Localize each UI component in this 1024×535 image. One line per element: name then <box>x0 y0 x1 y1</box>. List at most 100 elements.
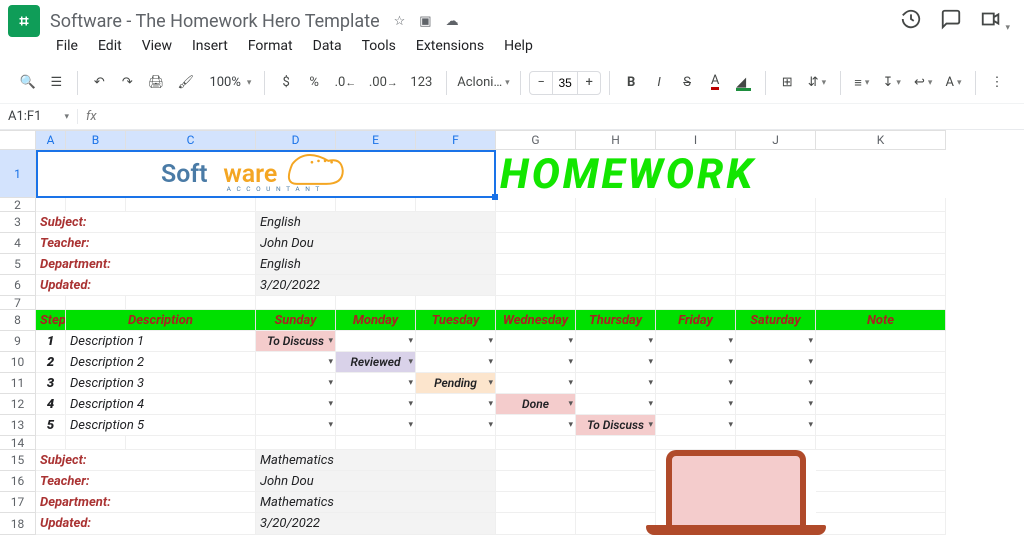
star-icon[interactable]: ☆ <box>394 14 406 29</box>
col-header-D[interactable]: D <box>256 130 336 150</box>
row-header-11[interactable]: 11 <box>0 373 36 394</box>
col-header-K[interactable]: K <box>816 130 946 150</box>
row-header-7[interactable]: 7 <box>0 296 36 310</box>
cell[interactable] <box>736 436 816 450</box>
menu-format[interactable]: Format <box>240 36 301 56</box>
dd-thu-4[interactable]: ▾ <box>576 394 656 415</box>
cell[interactable] <box>816 296 946 310</box>
step-4[interactable]: 4 <box>36 394 66 415</box>
dd-tue-1[interactable]: ▾ <box>416 331 496 352</box>
cell[interactable] <box>576 492 656 513</box>
desc-4[interactable]: Description 4 <box>66 394 256 415</box>
dd-wed-1[interactable]: ▾ <box>496 331 576 352</box>
step-2[interactable]: 2 <box>36 352 66 373</box>
redo-icon[interactable]: ↷ <box>114 69 140 97</box>
dd-wed-4[interactable]: Done▾ <box>496 394 576 415</box>
note-3[interactable] <box>816 373 946 394</box>
cell[interactable] <box>736 212 816 233</box>
cell[interactable] <box>256 296 336 310</box>
dd-sun-5[interactable]: ▾ <box>256 415 336 436</box>
dd-sun-3[interactable]: ▾ <box>256 373 336 394</box>
dd-sun-1[interactable]: To Discuss▾ <box>256 331 336 352</box>
cell[interactable] <box>496 471 576 492</box>
cell[interactable] <box>816 471 946 492</box>
cell[interactable] <box>496 450 576 471</box>
value-teacher_lbl[interactable]: John Dou <box>256 233 496 254</box>
font-size-stepper[interactable]: − + <box>529 71 601 95</box>
cell[interactable] <box>496 254 576 275</box>
label-dept_lbl[interactable]: Department: <box>36 254 256 275</box>
cell[interactable] <box>496 198 576 212</box>
dd-wed-5[interactable]: ▾ <box>496 415 576 436</box>
dd-tue-4[interactable]: ▾ <box>416 394 496 415</box>
strike-button[interactable]: S <box>674 69 700 97</box>
select-all-corner[interactable] <box>0 130 36 150</box>
label2-teacher_lbl[interactable]: Teacher: <box>36 471 256 492</box>
cell[interactable] <box>576 513 656 535</box>
menu-help[interactable]: Help <box>496 36 541 56</box>
cell[interactable] <box>336 296 416 310</box>
cell[interactable] <box>656 436 736 450</box>
dd-fri-4[interactable]: ▾ <box>656 394 736 415</box>
label2-updated_lbl[interactable]: Updated: <box>36 513 256 535</box>
value-dept_lbl[interactable]: English <box>256 254 496 275</box>
dd-thu-1[interactable]: ▾ <box>576 331 656 352</box>
cell[interactable] <box>576 436 656 450</box>
dd-thu-2[interactable]: ▾ <box>576 352 656 373</box>
cell[interactable] <box>576 296 656 310</box>
row-header-16[interactable]: 16 <box>0 471 36 492</box>
row-header-1[interactable]: 1 <box>0 150 36 198</box>
italic-button[interactable]: I <box>646 69 672 97</box>
col-header-I[interactable]: I <box>656 130 736 150</box>
cell[interactable] <box>36 296 66 310</box>
valign-button[interactable]: ↧▾ <box>877 69 906 97</box>
dd-tue-2[interactable]: ▾ <box>416 352 496 373</box>
cell[interactable] <box>496 436 576 450</box>
dd-mon-1[interactable]: ▾ <box>336 331 416 352</box>
meet-icon[interactable]: ▾ <box>980 8 1010 34</box>
dd-tue-5[interactable]: ▾ <box>416 415 496 436</box>
desc-5[interactable]: Description 5 <box>66 415 256 436</box>
dd-tue-3[interactable]: Pending▾ <box>416 373 496 394</box>
row-header-14[interactable]: 14 <box>0 436 36 450</box>
more-icon[interactable]: ⋮ <box>984 69 1010 97</box>
print-icon[interactable]: 🖨 <box>142 69 170 97</box>
dd-fri-3[interactable]: ▾ <box>656 373 736 394</box>
desc-1[interactable]: Description 1 <box>66 331 256 352</box>
cell[interactable] <box>336 436 416 450</box>
value2-subject_lbl[interactable]: Mathematics <box>256 450 496 471</box>
cell[interactable] <box>66 296 126 310</box>
note-2[interactable] <box>816 352 946 373</box>
menu-file[interactable]: File <box>48 36 86 56</box>
hdr-mon[interactable]: Monday <box>336 310 416 331</box>
paint-format-icon[interactable]: 🖌 <box>172 69 200 97</box>
cell[interactable] <box>656 275 736 296</box>
dd-wed-3[interactable]: ▾ <box>496 373 576 394</box>
text-color-button[interactable]: A <box>702 69 728 97</box>
cell[interactable] <box>256 198 336 212</box>
cell[interactable] <box>576 275 656 296</box>
format-123-button[interactable]: 123 <box>405 69 438 97</box>
dd-mon-3[interactable]: ▾ <box>336 373 416 394</box>
row-header-12[interactable]: 12 <box>0 394 36 415</box>
cell[interactable] <box>736 233 816 254</box>
decrease-decimal-button[interactable]: .0← <box>329 69 361 97</box>
row-header-17[interactable]: 17 <box>0 492 36 513</box>
rotate-button[interactable]: A▾ <box>940 69 967 97</box>
currency-button[interactable]: $ <box>273 69 299 97</box>
row-header-6[interactable]: 6 <box>0 275 36 296</box>
col-header-F[interactable]: F <box>416 130 496 150</box>
row-header-3[interactable]: 3 <box>0 212 36 233</box>
doc-title[interactable]: Software - The Homework Hero Template <box>50 11 380 32</box>
col-header-C[interactable]: C <box>126 130 256 150</box>
cell[interactable] <box>816 450 946 471</box>
cell[interactable] <box>496 492 576 513</box>
cell[interactable] <box>816 492 946 513</box>
cell[interactable] <box>576 471 656 492</box>
col-header-B[interactable]: B <box>66 130 126 150</box>
row-header-13[interactable]: 13 <box>0 415 36 436</box>
hdr-step[interactable]: Step <box>36 310 66 331</box>
cell[interactable] <box>416 436 496 450</box>
cell[interactable] <box>416 296 496 310</box>
cell[interactable] <box>736 198 816 212</box>
